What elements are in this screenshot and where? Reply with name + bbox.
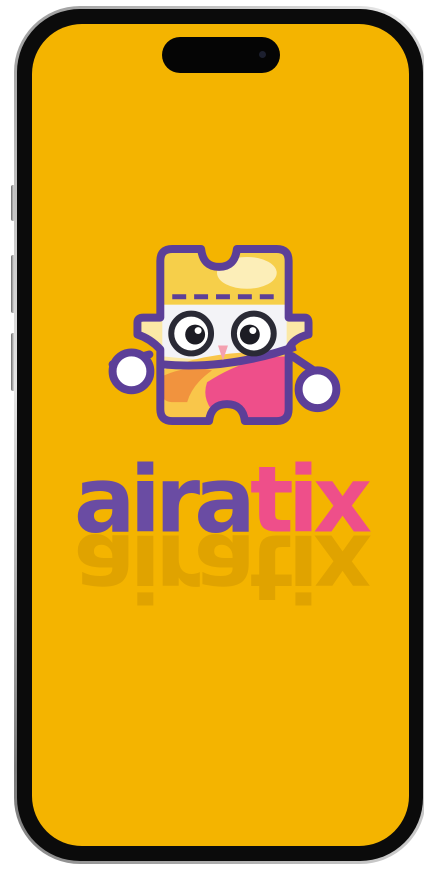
app-logo: airatix airatix [74,245,377,620]
phone-bezel: airatix airatix [17,9,423,861]
brand-wordmark: airatix airatix [74,446,377,620]
ticket-mascot-icon [108,245,341,426]
svg-text:airatix: airatix [74,513,371,620]
splash-screen: airatix airatix [32,24,409,846]
wordmark-reflection: airatix [74,513,377,620]
device-mockup: airatix airatix [0,0,424,869]
reflection-aira: aira [74,513,250,620]
reflection-tix: tix [250,513,371,620]
phone-frame: airatix airatix [14,6,424,864]
